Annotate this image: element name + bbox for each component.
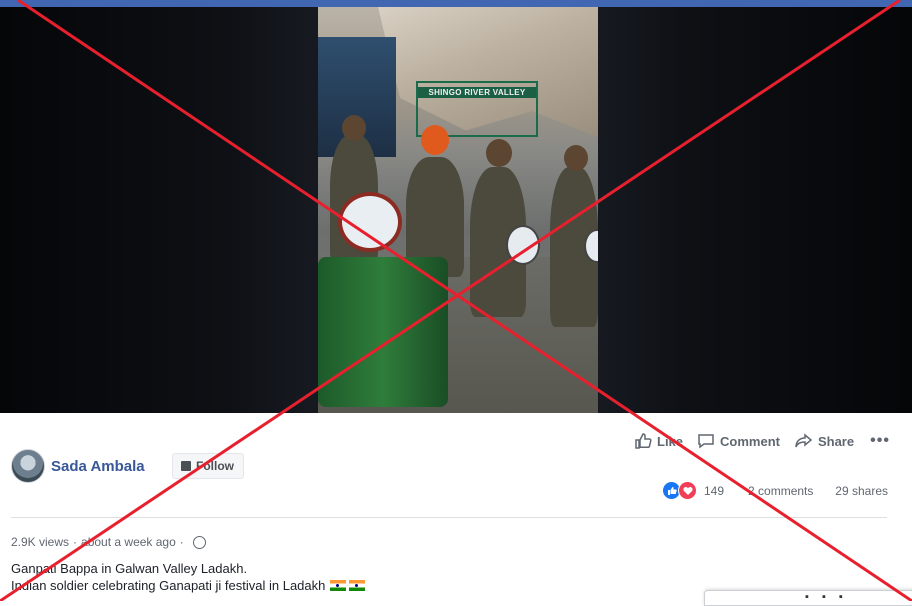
post-actions: Like Comment Share •••	[634, 432, 890, 450]
thumbs-up-icon	[635, 433, 652, 449]
soldier-head	[486, 139, 512, 167]
video-player[interactable]: SHINGO RIVER VALLEY	[0, 7, 912, 413]
top-bar	[0, 0, 912, 7]
share-button[interactable]: Share	[794, 432, 854, 450]
video-frame[interactable]: SHINGO RIVER VALLEY	[318, 7, 598, 413]
comments-count-link[interactable]: 2 comments	[748, 484, 813, 498]
soldier-head	[342, 115, 366, 141]
drum-shape	[338, 192, 402, 252]
comment-label: Comment	[720, 433, 780, 449]
follow-button[interactable]: Follow	[172, 453, 244, 479]
comment-icon	[698, 434, 714, 449]
caption-line-with-flags: Indian soldier celebrating Ganapati ji f…	[11, 577, 366, 594]
view-count: 2.9K views	[11, 535, 70, 549]
follow-icon	[181, 461, 191, 471]
drum-shape	[318, 257, 448, 407]
follow-label: Follow	[196, 459, 234, 473]
india-flag-icon	[330, 580, 347, 591]
avatar[interactable]	[11, 449, 45, 483]
post-stats: 149 2 comments 29 shares	[662, 481, 888, 500]
more-options-icon[interactable]: •••	[870, 432, 890, 450]
chat-popup-icons: ▪ ▪ ▪	[805, 591, 848, 603]
post-meta: 2.9K views · about a week ago ·	[11, 535, 206, 549]
valley-sign-text: SHINGO RIVER VALLEY	[418, 87, 536, 98]
india-flag-icon	[349, 580, 366, 591]
share-label: Share	[817, 433, 855, 449]
shares-count-link[interactable]: 29 shares	[835, 484, 888, 498]
post-author[interactable]: Sada Ambala	[11, 449, 145, 483]
soldier-head	[564, 145, 588, 171]
soldier-head	[421, 125, 449, 155]
caption-line: Indian soldier celebrating Ganapati ji f…	[11, 578, 326, 593]
like-button[interactable]: Like	[634, 432, 683, 450]
divider	[11, 517, 887, 518]
caption-line: Ganpati Bappa in Galwan Valley Ladakh.	[11, 561, 248, 576]
share-arrow-icon	[795, 433, 813, 448]
like-label: Like	[657, 433, 684, 449]
drum-shape	[506, 225, 540, 265]
comment-button[interactable]: Comment	[697, 432, 780, 450]
post-caption: Ganpati Bappa in Galwan Valley Ladakh. I…	[11, 560, 366, 594]
chat-popup-edge[interactable]: ▪ ▪ ▪	[704, 590, 912, 606]
meta-separator: ·	[73, 535, 78, 549]
reaction-count[interactable]: 149	[704, 484, 724, 498]
globe-icon[interactable]	[192, 535, 206, 549]
author-name-link[interactable]: Sada Ambala	[51, 458, 145, 475]
meta-separator: ·	[179, 535, 184, 549]
post-timestamp[interactable]: about a week ago	[81, 535, 176, 549]
love-reaction-icon[interactable]	[678, 481, 697, 500]
